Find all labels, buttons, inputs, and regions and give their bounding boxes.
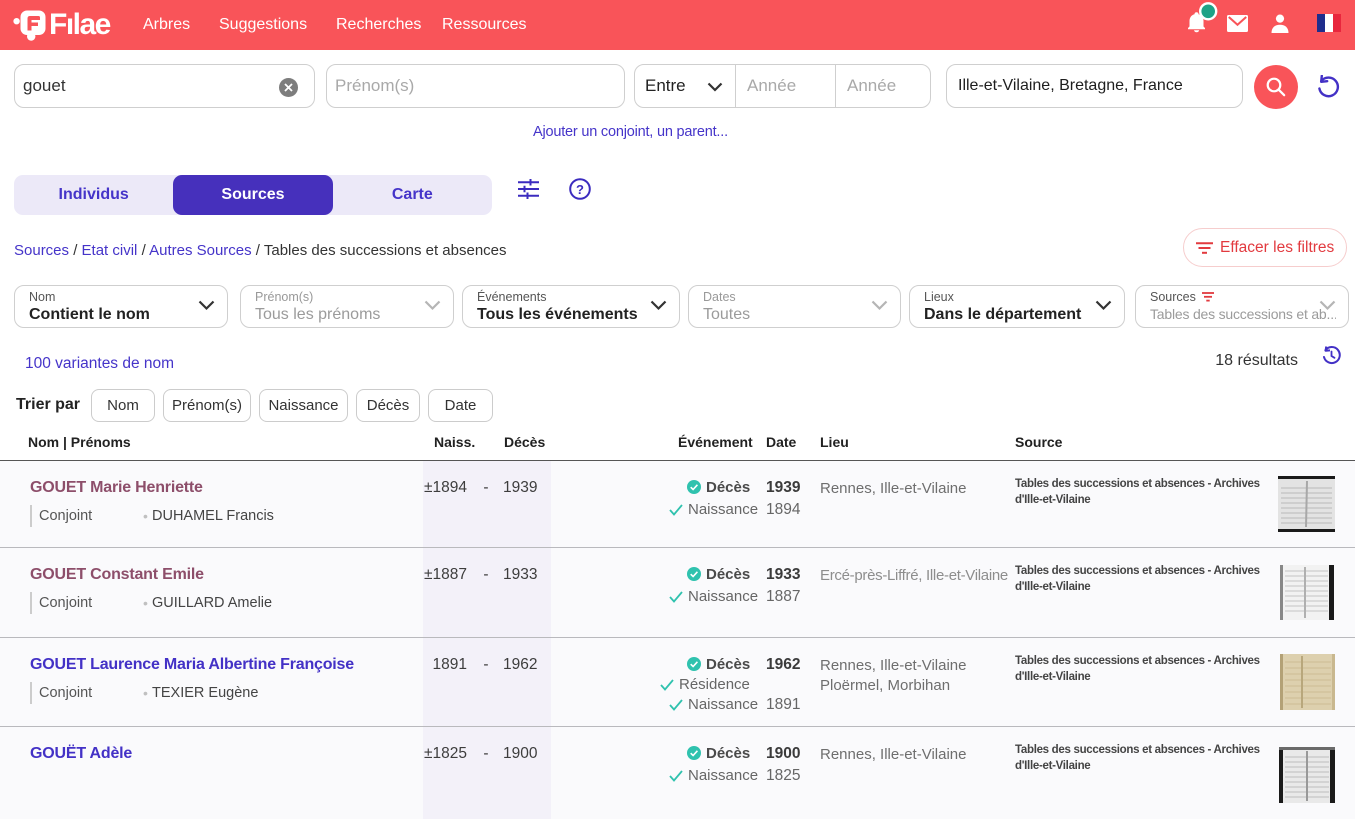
svg-text:?: ? bbox=[576, 182, 584, 197]
